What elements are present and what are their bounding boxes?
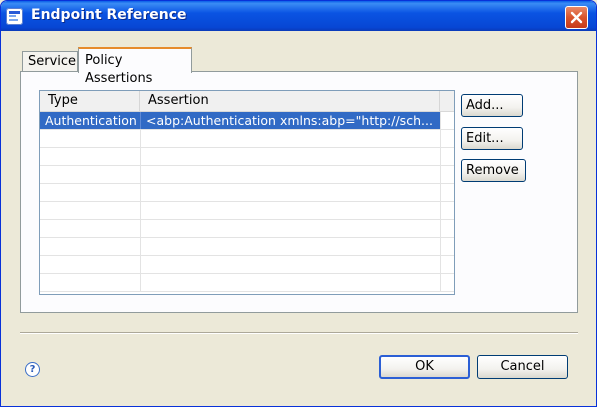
- add-button[interactable]: Add...: [461, 94, 523, 117]
- table-row-empty[interactable]: [40, 274, 454, 292]
- cancel-button[interactable]: Cancel: [477, 355, 568, 379]
- cell-assertion: <abp:Authentication xmlns:abp="http://sc…: [141, 112, 441, 129]
- table-row-empty[interactable]: [40, 130, 454, 148]
- title-bar[interactable]: Endpoint Reference: [1, 1, 596, 31]
- help-icon[interactable]: ?: [25, 362, 40, 377]
- table-row-empty[interactable]: [40, 238, 454, 256]
- edit-button[interactable]: Edit...: [461, 127, 523, 150]
- table-row[interactable]: Authentication <abp:Authentication xmlns…: [40, 112, 454, 130]
- table-row-empty[interactable]: [40, 202, 454, 220]
- tab-policy-assertions-label: Policy Assertions: [85, 53, 153, 86]
- endpoint-reference-dialog: Endpoint Reference Service Policy Assert…: [0, 0, 597, 407]
- remove-button[interactable]: Remove: [461, 159, 526, 182]
- ok-button[interactable]: OK: [379, 355, 470, 379]
- table-row-empty[interactable]: [40, 166, 454, 184]
- table-header: Type Assertion: [40, 91, 454, 112]
- window-title: Endpoint Reference: [31, 7, 187, 23]
- table-row-empty[interactable]: [40, 184, 454, 202]
- table-row-empty[interactable]: [40, 220, 454, 238]
- cell-type: Authentication: [40, 112, 141, 129]
- tab-service-label: Service: [28, 54, 77, 69]
- endpoint-app-icon: [6, 8, 23, 25]
- table-body: Authentication <abp:Authentication xmlns…: [40, 112, 454, 292]
- close-button[interactable]: [565, 6, 588, 29]
- table-row-empty[interactable]: [40, 148, 454, 166]
- column-header-assertion[interactable]: Assertion: [140, 91, 440, 111]
- table-row-empty[interactable]: [40, 256, 454, 274]
- column-header-type[interactable]: Type: [40, 91, 140, 111]
- close-icon: [570, 11, 583, 24]
- tab-service[interactable]: Service: [22, 51, 78, 73]
- footer-separator: [20, 332, 578, 334]
- tab-policy-assertions[interactable]: Policy Assertions: [78, 47, 192, 86]
- assertions-table[interactable]: Type Assertion Authentication <abp:Authe…: [39, 90, 455, 295]
